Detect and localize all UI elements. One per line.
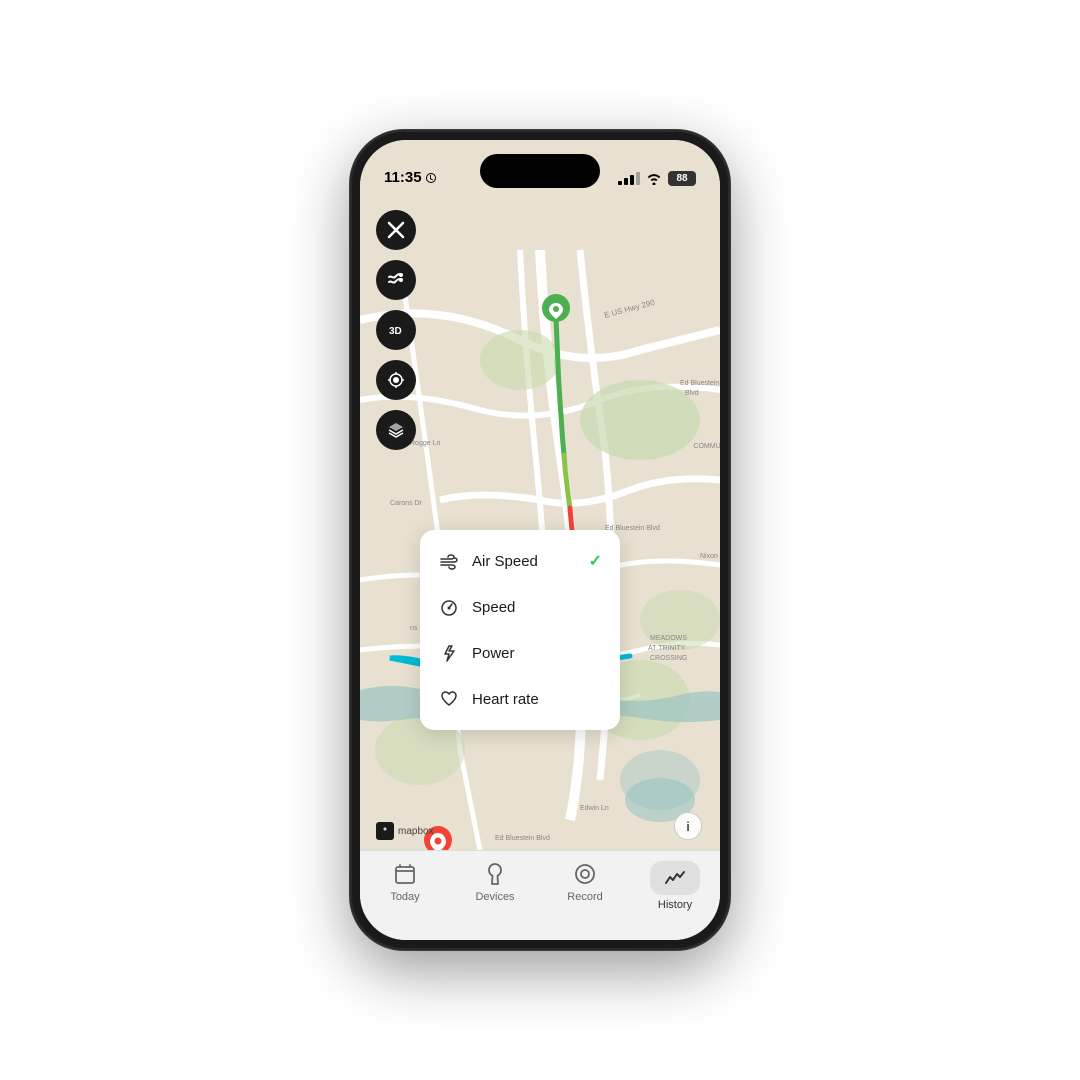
svg-text:Carons Dr: Carons Dr: [390, 500, 423, 507]
mapbox-logo: mapbox: [376, 822, 434, 840]
3d-button[interactable]: 3D: [376, 310, 416, 350]
menu-item-power[interactable]: Power: [420, 630, 620, 676]
devices-icon: [482, 861, 508, 887]
power-icon: [438, 642, 460, 664]
battery-icon: 88: [668, 171, 696, 186]
devices-label: Devices: [475, 891, 514, 903]
locate-icon: [387, 371, 405, 389]
speed-label: Speed: [472, 599, 515, 616]
toolbar: 3D: [376, 210, 416, 450]
mapbox-logo-icon: [376, 822, 394, 840]
svg-text:COMMUNITY: COMMUNITY: [693, 443, 720, 450]
today-label: Today: [390, 891, 419, 903]
info-button[interactable]: i: [674, 812, 702, 840]
layers-button[interactable]: [376, 410, 416, 450]
heart-rate-icon: [438, 688, 460, 710]
signal-bars: [618, 172, 640, 185]
svg-text:3D: 3D: [389, 326, 402, 337]
svg-text:CROSSING: CROSSING: [650, 655, 687, 662]
tab-bar: Today Devices: [360, 850, 720, 940]
air-speed-label: Air Speed: [472, 553, 538, 570]
3d-icon: 3D: [387, 321, 405, 339]
svg-text:Nixon Ln: Nixon Ln: [700, 553, 720, 560]
svg-text:Ed Bluestein: Ed Bluestein: [680, 380, 719, 387]
mapbox-label: mapbox: [398, 826, 434, 837]
phone-frame: 11:35 88: [350, 130, 730, 950]
today-icon: [392, 861, 418, 887]
svg-text:Blvd: Blvd: [685, 390, 699, 397]
dynamic-island: [480, 154, 600, 188]
power-label: Power: [472, 645, 515, 662]
history-icon: [662, 865, 688, 891]
route-style-button[interactable]: [376, 260, 416, 300]
menu-item-speed[interactable]: Speed: [420, 584, 620, 630]
menu-item-heart-rate[interactable]: Heart rate: [420, 676, 620, 722]
time-display: 11:35: [384, 169, 422, 186]
history-label: History: [658, 899, 692, 911]
heart-rate-label: Heart rate: [472, 691, 539, 708]
speed-icon: [438, 596, 460, 618]
record-label: Record: [567, 891, 602, 903]
svg-text:MEADOWS: MEADOWS: [650, 635, 687, 642]
start-pin: [542, 294, 570, 322]
signal-bar-2: [624, 178, 628, 185]
signal-bar-3: [630, 175, 634, 185]
close-icon: [387, 221, 405, 239]
svg-text:Ed Bluestein Blvd: Ed Bluestein Blvd: [605, 525, 660, 532]
svg-text:AT TRINITY: AT TRINITY: [648, 645, 686, 652]
history-icon-bg: [650, 861, 700, 895]
phone-screen: 11:35 88: [360, 140, 720, 940]
air-speed-check: ✓: [589, 551, 602, 571]
tab-today[interactable]: Today: [360, 861, 450, 903]
signal-bar-4: [636, 172, 640, 185]
tab-devices[interactable]: Devices: [450, 861, 540, 903]
info-label: i: [686, 819, 690, 834]
tab-history[interactable]: History: [630, 861, 720, 911]
menu-item-air-speed[interactable]: Air Speed ✓: [420, 538, 620, 584]
air-speed-icon: [438, 550, 460, 572]
close-button[interactable]: [376, 210, 416, 250]
alarm-icon: [425, 172, 437, 184]
status-icons: 88: [618, 171, 696, 186]
record-icon: [572, 861, 598, 887]
layers-icon: [387, 421, 405, 439]
tab-record[interactable]: Record: [540, 861, 630, 903]
phone-wrapper: 11:35 88: [350, 130, 730, 950]
svg-text:Ed Bluestein Blvd: Ed Bluestein Blvd: [495, 835, 550, 842]
route-style-icon: [387, 271, 405, 289]
signal-bar-1: [618, 181, 622, 185]
dropdown-menu: Air Speed ✓ Speed: [420, 530, 620, 730]
battery-level: 88: [676, 173, 687, 184]
svg-text:Edwin Ln: Edwin Ln: [580, 805, 609, 812]
wifi-icon: [646, 173, 662, 185]
locate-button[interactable]: [376, 360, 416, 400]
status-time: 11:35: [384, 169, 437, 186]
